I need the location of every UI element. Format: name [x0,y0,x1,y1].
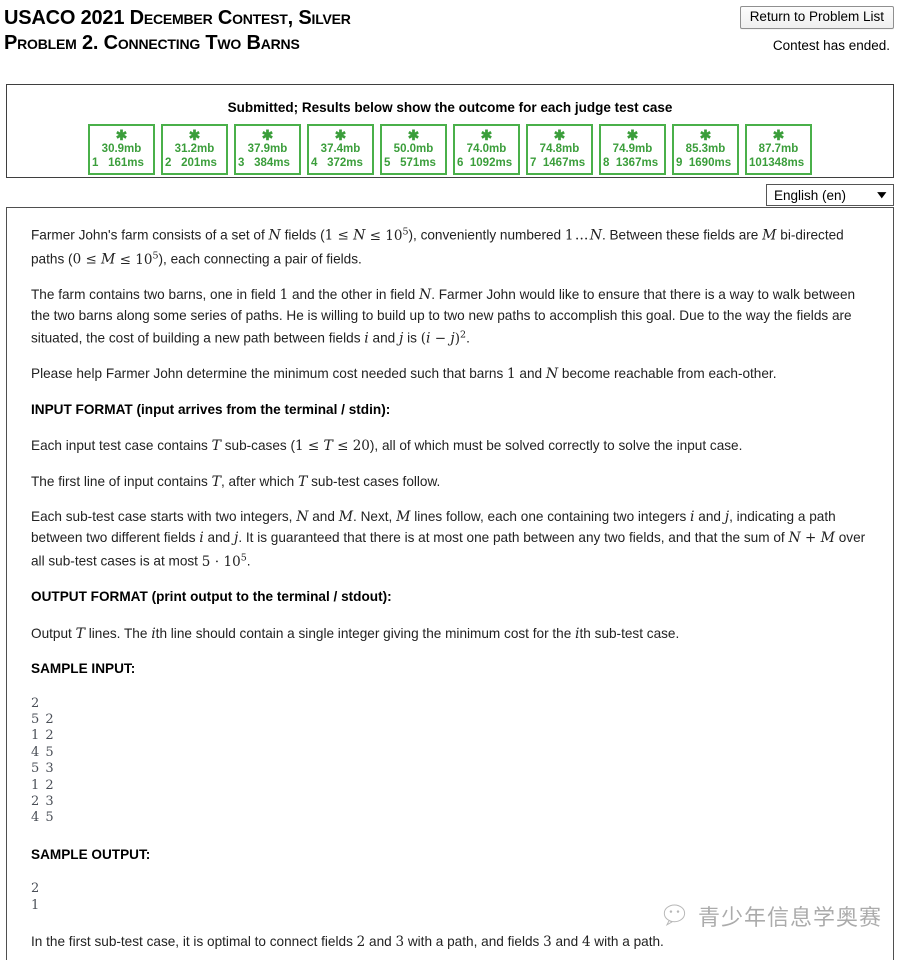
testcase-pass-icon: ✱ [115,127,128,143]
testcase-footer: 8 1367ms [601,157,664,171]
testcase-memory: 85.3mb [685,143,726,155]
testcase-number: 9 [676,156,683,169]
testcase-result[interactable]: ✱ 87.7mb 10 1348ms [745,124,812,175]
section-output-format: OUTPUT FORMAT (print output to the termi… [31,589,392,604]
testcase-footer: 6 1092ms [455,157,518,171]
testcase-time: 1092ms [469,156,513,169]
testcase-time: 161ms [108,156,144,169]
testcase-result[interactable]: ✱ 37.9mb 3 384ms [234,124,301,175]
paragraph-intro: Farmer John's farm consists of a set of … [31,226,844,268]
sample-output-block: 2 1 [31,881,41,913]
section-input-format: INPUT FORMAT (input arrives from the ter… [31,401,391,417]
testcase-memory: 37.4mb [320,143,361,155]
testcase-result[interactable]: ✱ 85.3mb 9 1690ms [672,124,739,175]
testcase-footer: 1 161ms [90,157,153,171]
testcase-footer: 4 372ms [309,157,372,171]
testcase-result[interactable]: ✱ 37.4mb 4 372ms [307,124,374,175]
testcase-result[interactable]: ✱ 50.0mb 5 571ms [380,124,447,175]
testcase-number: 5 [384,156,391,169]
contest-status-text: Contest has ended. [772,38,890,53]
testcase-memory: 37.9mb [247,143,288,155]
testcase-time: 201ms [181,156,217,169]
testcase-result[interactable]: ✱ 74.9mb 8 1367ms [599,124,666,175]
results-heading: Submitted; Results below show the outcom… [227,100,673,115]
problem-statement-panel: Farmer John's farm consists of a set of … [6,207,894,960]
testcase-footer: 7 1467ms [528,157,591,171]
testcase-pass-icon: ✱ [407,127,420,143]
testcase-pass-icon: ✱ [626,127,639,143]
testcase-footer: 10 1348ms [747,157,810,171]
testcase-result[interactable]: ✱ 30.9mb 1 161ms [88,124,155,175]
testcase-time: 571ms [400,156,436,169]
paragraph-first-line: The first line of input contains T, afte… [31,473,441,490]
testcase-pass-icon: ✱ [772,127,785,143]
testcase-pass-icon: ✱ [261,127,274,143]
testcase-number: 6 [457,156,464,169]
testcase-memory: 50.0mb [393,143,434,155]
testcase-result[interactable]: ✱ 74.8mb 7 1467ms [526,124,593,175]
language-select-value: English (en) [774,187,847,203]
testcase-pass-icon: ✱ [699,127,712,143]
testcase-number: 4 [311,156,318,169]
page-header: USACO 2021 December Contest, Silver Prob… [0,0,900,62]
header-actions: Return to Problem List Contest has ended… [594,6,894,53]
testcase-number: 2 [165,156,172,169]
testcase-time: 1367ms [615,156,659,169]
testcase-memory: 74.0mb [466,143,507,155]
testcase-result[interactable]: ✱ 74.0mb 6 1092ms [453,124,520,175]
testcase-pass-icon: ✱ [188,127,201,143]
language-select[interactable]: English (en) ▾ [766,184,894,206]
testcase-time: 1467ms [542,156,586,169]
testcase-pass-icon: ✱ [480,127,493,143]
testcase-footer: 2 201ms [163,157,226,171]
testcase-memory: 87.7mb [758,143,799,155]
testcase-memory: 74.9mb [612,143,653,155]
section-sample-output: SAMPLE OUTPUT: [31,846,151,862]
testcase-time: 1690ms [688,156,732,169]
testcase-memory: 31.2mb [174,143,215,155]
paragraph-subcase-format: Each sub-test case starts with two integ… [31,509,866,570]
testcase-number: 8 [603,156,610,169]
testcase-footer: 3 384ms [236,157,299,171]
paragraph-subcases: Each input test case contains T sub-case… [31,438,743,454]
testcase-number: 1 [92,156,99,169]
paragraph-barns: The farm contains two barns, one in fiel… [31,287,856,347]
testcase-number: 7 [530,156,537,169]
testcase-pass-icon: ✱ [553,127,566,143]
chevron-down-icon: ▾ [878,188,887,201]
testcase-memory: 74.8mb [539,143,580,155]
paragraph-output-lines: Output T lines. The ith line should cont… [31,625,680,642]
testcase-result[interactable]: ✱ 31.2mb 2 201ms [161,124,228,175]
section-sample-input: SAMPLE INPUT: [31,661,136,676]
sample-input-block: 2 5 2 1 2 4 5 5 3 1 2 2 3 4 5 [31,695,55,826]
return-to-problem-list-button[interactable]: Return to Problem List [739,6,894,29]
paragraph-goal: Please help Farmer John determine the mi… [31,366,777,382]
testcase-time: 372ms [327,156,363,169]
testcase-footer: 5 571ms [382,157,445,171]
testcase-list: ✱ 30.9mb 1 161ms ✱ 31.2mb 2 201ms ✱ 37.9mb 3 384ms ✱… [13,124,887,175]
testcase-number: 10 [749,156,762,169]
testcase-pass-icon: ✱ [334,127,347,143]
testcase-number: 3 [238,156,245,169]
testcase-footer: 9 1690ms [674,157,737,171]
paragraph-explanation-1: In the first sub-test case, it is optima… [31,934,664,951]
testcase-memory: 30.9mb [101,143,142,155]
submission-results-panel: Submitted; Results below show the outcom… [6,84,894,178]
testcase-time: 384ms [254,156,290,169]
